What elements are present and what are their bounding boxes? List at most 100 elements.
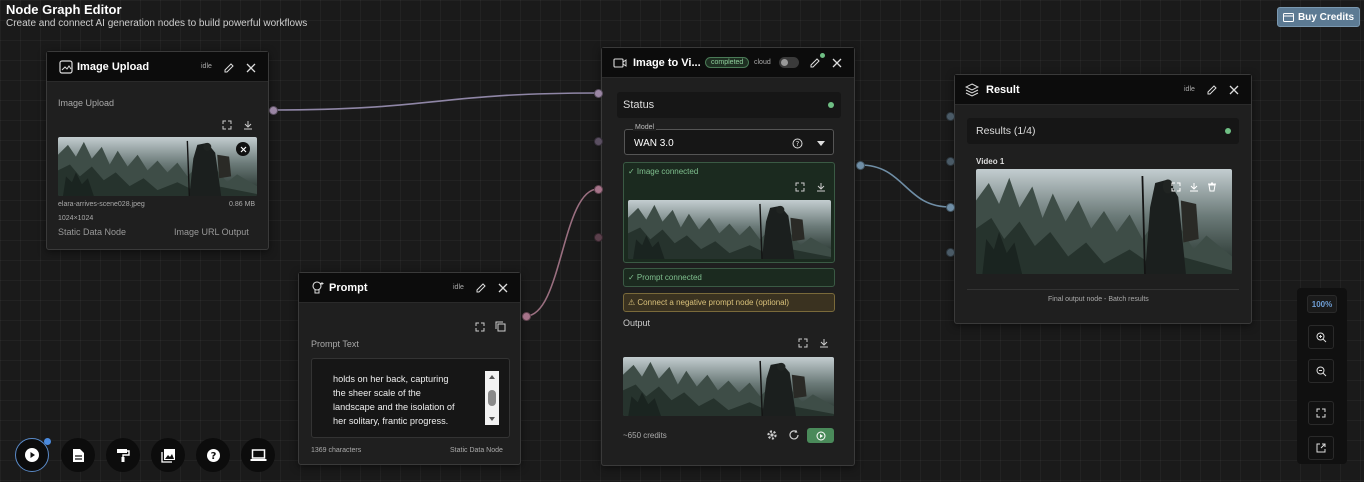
zoom-out-button[interactable] [1308,359,1334,383]
image-upload-node[interactable]: Image Upload idle Image Upload elara-arr… [46,51,269,250]
prompt-connected-panel: ✓ Prompt connected [623,268,835,287]
node-type-label: Static Data Node [450,447,503,454]
fit-view-button[interactable] [1308,401,1334,425]
credit-card-icon [1282,12,1294,22]
display-button[interactable] [241,438,275,472]
input-image-preview [628,200,831,259]
expand-icon[interactable] [1171,182,1181,192]
run-icon [816,431,825,440]
edit-icon[interactable] [475,282,487,294]
char-count: 1369 characters [311,447,362,454]
node-header[interactable]: Image to Vi... completed cloud [602,48,854,78]
prompt-line: landscape and the isolation of [333,402,455,412]
trash-icon[interactable] [1207,182,1217,192]
image-icon [59,60,73,74]
output-type-label: Image URL Output [174,227,249,237]
document-icon [72,448,84,462]
wire-video-to-result [859,164,951,208]
gallery-button[interactable] [151,438,185,472]
image-dimensions: 1024×1024 [58,215,94,222]
help-button[interactable]: ? [196,438,230,472]
expand-icon[interactable] [798,338,808,348]
textarea-scrollbar[interactable] [485,371,499,425]
status-label: Status [623,99,655,111]
prompt-output-port[interactable] [522,312,531,321]
result-footer: Final output node - Batch results [1048,296,1149,303]
edit-icon[interactable] [223,62,235,74]
section-label: Image Upload [58,98,115,108]
video-label: Video 1 [976,157,1005,166]
download-icon[interactable] [816,182,826,192]
zoom-in-button[interactable] [1308,325,1334,349]
fit-icon [1316,408,1326,418]
copy-icon[interactable] [495,321,506,332]
chevron-down-icon [817,141,825,146]
expand-icon[interactable] [795,182,805,192]
node-status: idle [1184,86,1195,93]
wire-image-to-video [272,92,599,111]
close-icon[interactable] [831,57,843,69]
play-icon [25,448,39,462]
video-input-port-prompt[interactable] [594,185,603,194]
node-title: Image to Vi... [633,57,701,69]
prompt-connected-label: ✓ Prompt connected [628,273,702,282]
prompt-node[interactable]: Prompt idle Prompt Text holds on her bac… [298,272,521,465]
remove-image-button[interactable] [236,142,250,156]
open-external-button[interactable] [1308,436,1334,460]
wire-prompt-to-video [525,188,599,317]
gear-icon[interactable] [766,429,778,441]
lightbulb-icon [312,281,324,294]
app-subtitle: Create and connect AI generation nodes t… [6,18,308,29]
monitor-icon [250,448,266,461]
cloud-toggle[interactable] [779,57,799,68]
documents-button[interactable] [61,438,95,472]
download-icon[interactable] [1189,182,1199,192]
buy-credits-button[interactable]: Buy Credits [1277,7,1360,27]
image-to-video-node[interactable]: Image to Vi... completed cloud Status Mo… [601,47,855,466]
zoom-panel: 100% [1297,288,1347,464]
image-output-port[interactable] [269,106,278,115]
help-icon[interactable]: ? [792,138,803,149]
download-icon[interactable] [819,338,829,348]
result-input-port-video[interactable] [946,203,955,212]
refresh-icon[interactable] [788,429,800,441]
node-header[interactable]: Prompt idle [299,273,520,303]
node-header[interactable]: Result idle [955,75,1251,105]
result-input-port-1[interactable] [946,112,955,121]
edit-icon[interactable] [809,57,821,69]
question-icon: ? [206,448,220,462]
video-output-port[interactable] [856,161,865,170]
model-select[interactable]: Model WAN 3.0 ? [624,124,834,155]
close-icon[interactable] [497,282,509,294]
zoom-out-icon [1316,366,1326,376]
video-input-port-negative[interactable] [594,233,603,242]
result-input-port-4[interactable] [946,248,955,257]
close-icon[interactable] [245,62,257,74]
prompt-line: her solitary, frantic progress. [333,416,449,426]
node-header[interactable]: Image Upload idle [47,52,268,82]
result-node[interactable]: Result idle Results (1/4) Video 1 Final … [954,74,1252,324]
file-size: 0.86 MB [229,201,256,208]
result-input-port-2[interactable] [946,157,955,166]
zoom-level-text: 100% [1311,299,1333,309]
node-status: idle [201,63,212,70]
styles-button[interactable] [106,438,140,472]
edit-icon[interactable] [1206,84,1218,96]
run-indicator-dot [44,438,51,445]
negative-prompt-label: ⚠ Connect a negative prompt node (option… [628,298,790,307]
node-title: Image Upload [77,61,150,73]
file-name: elara-arrives-scene028.jpeg [58,201,145,208]
run-button[interactable] [807,428,834,443]
expand-icon[interactable] [475,322,485,332]
results-status-dot [1225,128,1231,134]
node-title: Prompt [329,282,368,294]
close-icon [240,146,246,152]
video-input-port-image[interactable] [594,89,603,98]
download-icon[interactable] [243,120,253,130]
expand-icon[interactable] [222,120,232,130]
prompt-textarea[interactable]: holds on her back, capturing the sheer s… [311,358,510,438]
video-input-port-2[interactable] [594,137,603,146]
close-icon[interactable] [1228,84,1240,96]
buy-credits-label: Buy Credits [1297,11,1355,23]
output-video-preview[interactable] [623,357,834,416]
